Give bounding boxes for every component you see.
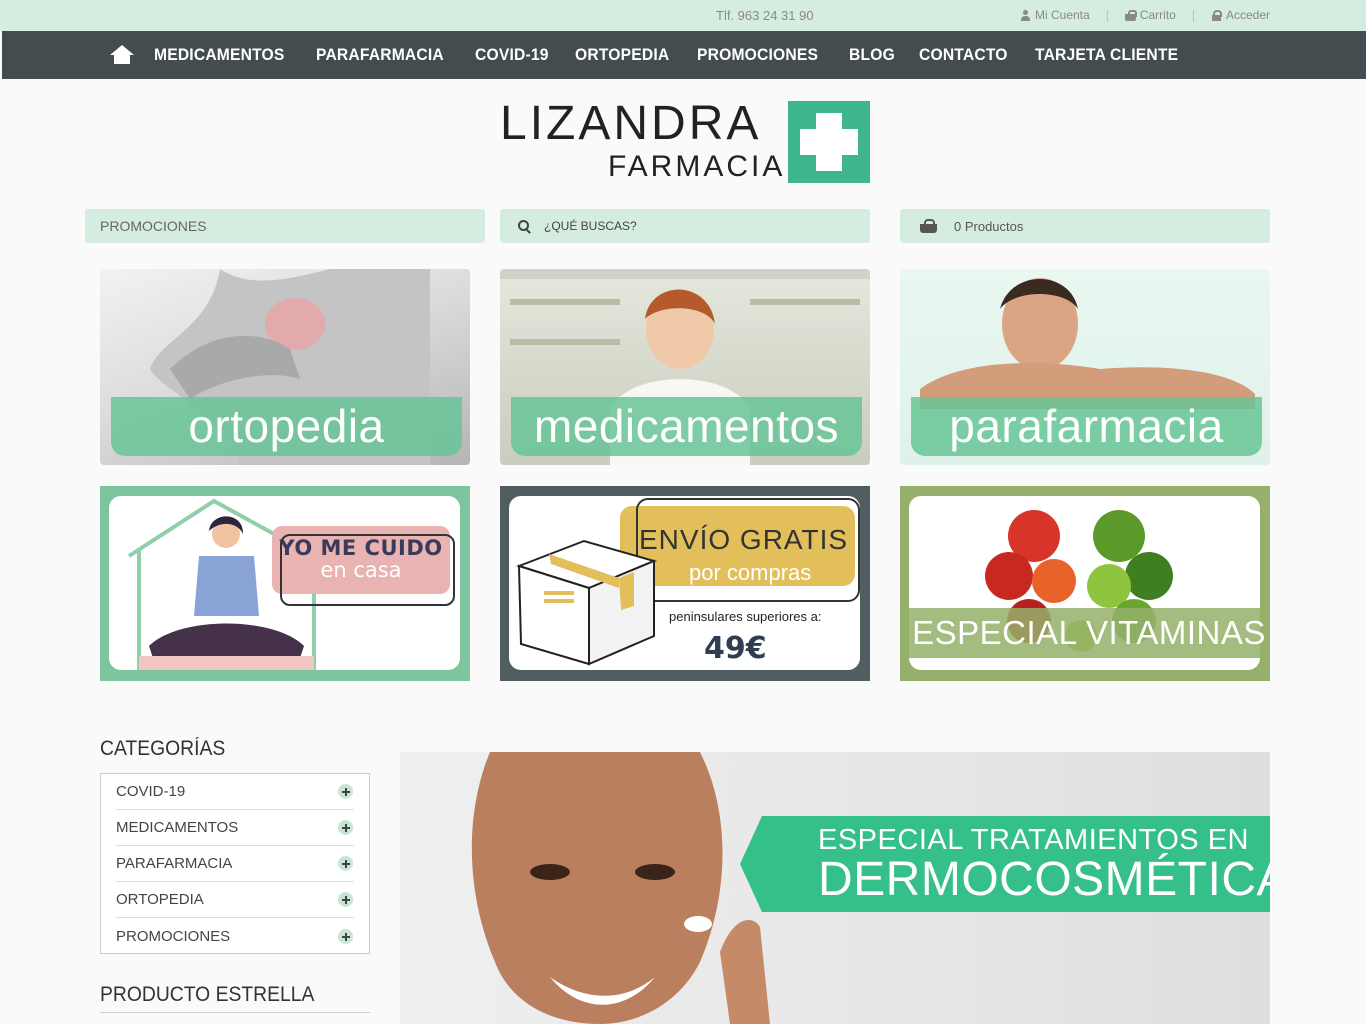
- promo-frame: [280, 534, 455, 606]
- login-label: Acceder: [1225, 8, 1270, 22]
- category-item-medicamentos[interactable]: MEDICAMENTOS: [116, 810, 354, 846]
- category-dropdown-value: PROMOCIONES: [100, 218, 207, 234]
- promo-condition: peninsulares superiores a:: [669, 609, 822, 624]
- home-icon[interactable]: [110, 45, 134, 65]
- cart-icon: [920, 219, 937, 233]
- my-account-link[interactable]: Mi Cuenta: [1020, 8, 1090, 22]
- tile-label: parafarmacia: [911, 397, 1262, 456]
- promo-yo-me-cuido[interactable]: YO ME CUIDO en casa: [100, 486, 470, 681]
- category-item-promociones[interactable]: PROMOCIONES: [116, 918, 354, 954]
- separator: |: [1105, 8, 1109, 22]
- top-links: Mi Cuenta | Carrito | Acceder: [1020, 8, 1270, 22]
- promo-card: ENVÍO GRATIS por compras peninsulares su…: [509, 496, 860, 670]
- category-label: ORTOPEDIA: [116, 891, 204, 908]
- expand-plus-icon[interactable]: [338, 856, 353, 871]
- expand-plus-icon[interactable]: [338, 820, 353, 835]
- category-label: PARAFARMACIA: [116, 855, 233, 872]
- divider: [100, 1012, 370, 1013]
- phone-number: Tlf. 963 24 31 90: [716, 8, 814, 23]
- category-item-ortopedia[interactable]: ORTOPEDIA: [116, 882, 354, 918]
- featured-product-heading: PRODUCTO ESTRELLA: [100, 983, 315, 1006]
- nav-item-blog[interactable]: BLOG: [849, 45, 895, 65]
- promo-title: ENVÍO GRATIS: [639, 524, 849, 555]
- category-dropdown[interactable]: PROMOCIONES: [85, 209, 485, 243]
- tile-label: ortopedia: [111, 397, 462, 456]
- expand-plus-icon[interactable]: [338, 928, 353, 944]
- search-icon: [518, 219, 531, 233]
- categories-list: COVID-19 MEDICAMENTOS PARAFARMACIA ORTOP…: [100, 773, 370, 954]
- nav-item-promociones[interactable]: PROMOCIONES: [697, 45, 818, 65]
- tile-parafarmacia[interactable]: parafarmacia: [900, 269, 1270, 465]
- promo-title: ESPECIAL VITAMINAS: [909, 608, 1269, 658]
- banner-subtitle: DERMOCOSMÉTICA: [818, 853, 1270, 906]
- nav-item-ortopedia[interactable]: ORTOPEDIA: [575, 45, 669, 65]
- search-placeholder: ¿QUÉ BUSCAS?: [544, 219, 637, 233]
- nav-item-tarjeta-cliente[interactable]: TARJETA CLIENTE: [1035, 45, 1178, 65]
- cart-summary: 0 Productos: [954, 218, 1024, 234]
- category-label: MEDICAMENTOS: [116, 819, 239, 836]
- main-nav: MEDICAMENTOS PARAFARMACIA COVID-19 ORTOP…: [2, 31, 1366, 79]
- category-label: COVID-19: [116, 783, 186, 800]
- basket-icon: [1124, 9, 1137, 21]
- nav-item-medicamentos[interactable]: MEDICAMENTOS: [154, 45, 285, 65]
- nav-item-contacto[interactable]: CONTACTO: [919, 45, 1008, 65]
- lock-icon: [1211, 9, 1222, 21]
- login-link[interactable]: Acceder: [1211, 8, 1270, 22]
- promo-amount: 49€: [704, 631, 767, 666]
- category-item-covid19[interactable]: COVID-19: [116, 774, 354, 810]
- category-item-parafarmacia[interactable]: PARAFARMACIA: [116, 846, 354, 882]
- promo-card: YO ME CUIDO en casa: [109, 496, 460, 670]
- separator: |: [1191, 8, 1195, 22]
- site-logo[interactable]: LIZANDRA FARMACIA: [500, 100, 870, 184]
- logo-line1: LIZANDRA: [500, 97, 762, 150]
- logo-line2: FARMACIA: [608, 150, 786, 183]
- my-account-label: Mi Cuenta: [1035, 8, 1090, 22]
- mini-cart[interactable]: 0 Productos: [900, 209, 1270, 243]
- promo-envio-gratis[interactable]: ENVÍO GRATIS por compras peninsulares su…: [500, 486, 870, 681]
- user-icon: [1020, 9, 1031, 21]
- category-label: PROMOCIONES: [116, 927, 231, 945]
- tile-label: medicamentos: [511, 397, 862, 456]
- pharmacy-cross-icon: [788, 101, 870, 183]
- nav-item-parafarmacia[interactable]: PARAFARMACIA: [316, 45, 444, 65]
- nav-item-covid19[interactable]: COVID-19: [475, 45, 549, 65]
- promo-vitaminas[interactable]: ESPECIAL VITAMINAS: [900, 486, 1270, 681]
- cart-link[interactable]: Carrito: [1124, 8, 1176, 22]
- categories-heading: CATEGORÍAS: [100, 737, 226, 760]
- promo-subtitle: por compras: [689, 560, 812, 585]
- tile-medicamentos[interactable]: medicamentos: [500, 269, 870, 465]
- search-input[interactable]: ¿QUÉ BUSCAS?: [500, 209, 870, 243]
- tile-ortopedia[interactable]: ortopedia: [100, 269, 470, 465]
- cart-label: Carrito: [1139, 8, 1176, 22]
- expand-plus-icon[interactable]: [338, 892, 353, 907]
- hero-banner[interactable]: ESPECIAL TRATAMIENTOS EN DERMOCOSMÉTICA: [400, 752, 1270, 1024]
- top-bar: Tlf. 963 24 31 90 Mi Cuenta | Carrito | …: [0, 0, 1366, 31]
- expand-plus-icon[interactable]: [338, 784, 353, 799]
